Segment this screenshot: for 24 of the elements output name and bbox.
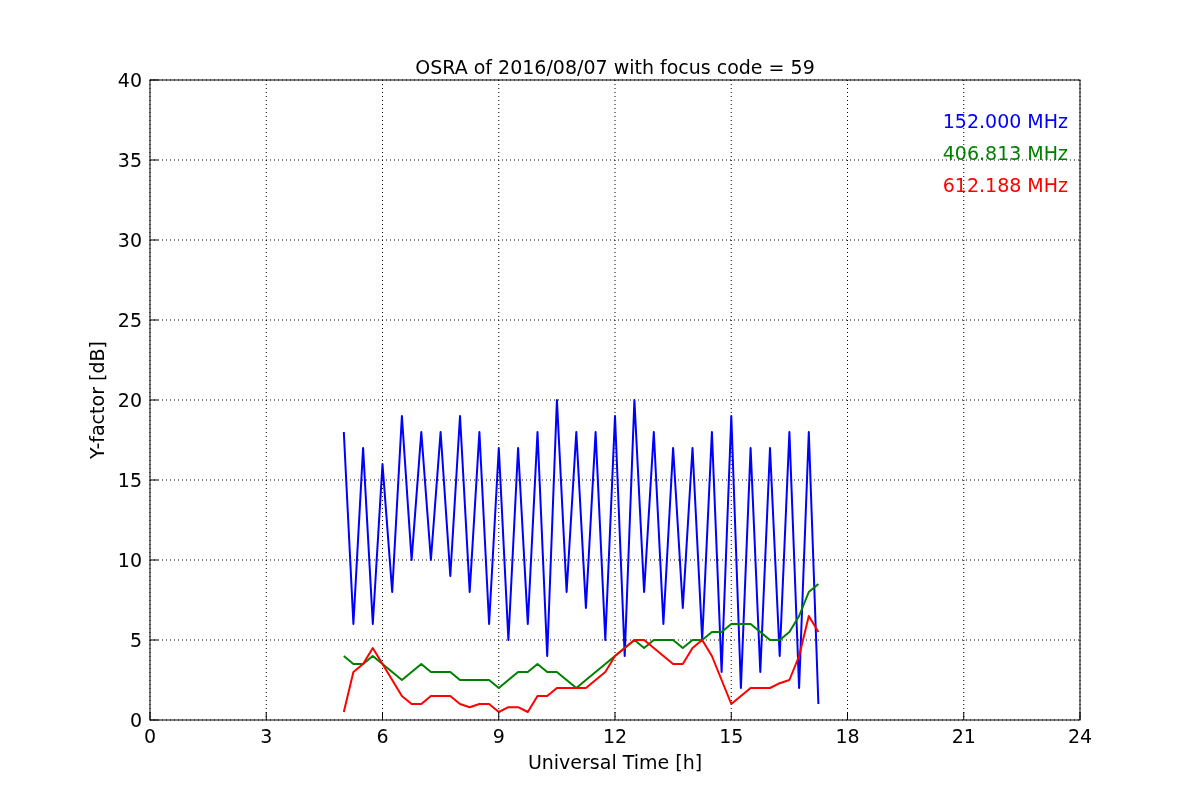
axis-title: Universal Time [h] <box>527 751 703 773</box>
tick-label: 20 <box>117 389 142 411</box>
legend-label: 612.188 MHz <box>942 174 1068 196</box>
tick-label: 3 <box>260 725 273 747</box>
tick-label: 9 <box>492 725 505 747</box>
tick-label: 5 <box>129 629 142 651</box>
tick-label: 35 <box>117 149 142 171</box>
tick-label: 30 <box>117 229 142 251</box>
tick-label: 24 <box>1067 725 1093 747</box>
tick-label: 6 <box>376 725 389 747</box>
tick-label: 15 <box>117 469 142 491</box>
tick-label: 21 <box>951 725 976 747</box>
tick-label: 25 <box>117 309 142 331</box>
tick-label: 18 <box>835 725 860 747</box>
chart-title: OSRA of 2016/08/07 with focus code = 59 <box>415 56 815 78</box>
tick-label: 0 <box>143 725 157 747</box>
tick-label: 15 <box>719 725 744 747</box>
legend-label: 152.000 MHz <box>942 110 1068 132</box>
tick-label: 10 <box>117 549 142 571</box>
axis-title: Y-factor [dB] <box>86 341 108 459</box>
tick-label: 12 <box>602 725 628 747</box>
tick-label: 40 <box>117 69 142 91</box>
legend-label: 406.813 MHz <box>942 142 1068 164</box>
tick-label: 0 <box>129 709 142 731</box>
